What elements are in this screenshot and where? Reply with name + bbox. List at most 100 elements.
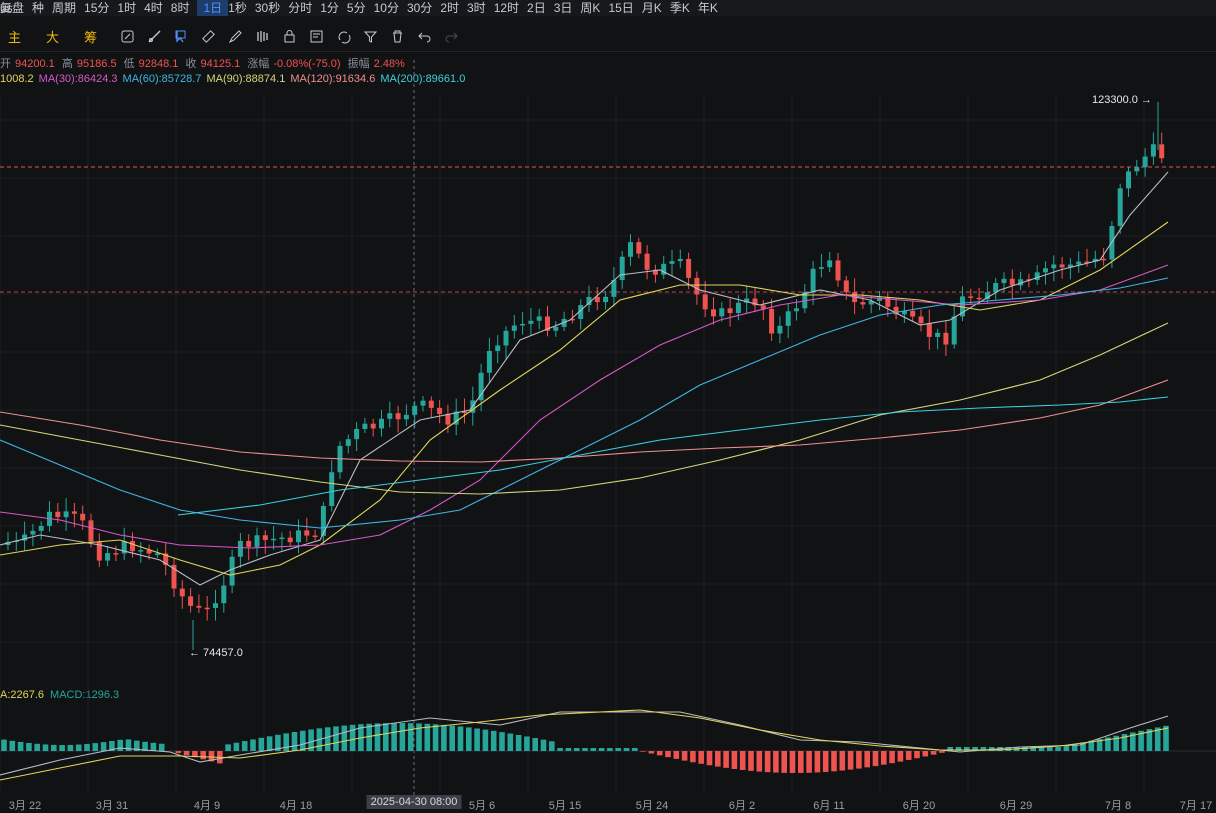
candle-body — [486, 350, 492, 373]
macd-histogram-bar — [507, 733, 514, 751]
macd-histogram-bar — [34, 743, 40, 751]
candle-body — [769, 308, 775, 334]
candle-body — [420, 400, 426, 406]
candle-body — [229, 556, 235, 586]
macd-histogram-bar — [67, 744, 74, 751]
candle-body — [951, 316, 957, 345]
macd-histogram-bar — [806, 751, 812, 773]
candle-body — [1009, 278, 1015, 286]
candle-body — [628, 242, 633, 257]
macd-histogram-bar — [457, 726, 464, 751]
macd-dif-line — [0, 711, 1169, 776]
candlestick-chart[interactable] — [0, 0, 1216, 795]
macd-histogram-bar — [831, 751, 837, 772]
macd-histogram-bar — [524, 736, 530, 751]
macd-histogram-bar — [897, 751, 904, 762]
candle-body — [204, 607, 210, 610]
macd-histogram-bar — [632, 748, 638, 751]
candle-body — [354, 428, 360, 440]
macd-histogram-bar — [648, 751, 655, 754]
macd-histogram-bar — [200, 751, 206, 760]
candle-body — [428, 400, 434, 408]
candle-body — [860, 302, 866, 305]
macd-histogram-bar — [183, 751, 190, 756]
macd-histogram-bar — [233, 742, 240, 751]
macd-histogram-bar — [333, 726, 339, 751]
macd-histogram-bar — [291, 732, 298, 751]
macd-histogram-bar — [499, 732, 505, 751]
candle-body — [1150, 144, 1156, 157]
time-axis: 3月 22 3月 31 4月 9 4月 18 5月 6 5月 15 5月 24 6月 2 6月 … — [0, 795, 1216, 812]
candle-body — [188, 596, 194, 606]
macd-histogram-bar — [748, 751, 754, 771]
candle-body — [1076, 261, 1082, 265]
macd-histogram-bar — [540, 739, 547, 751]
macd-histogram-bar — [466, 727, 472, 751]
candle-body — [719, 308, 725, 317]
candle-body — [312, 535, 318, 538]
candle-body — [138, 550, 144, 552]
macd-histogram-bar — [640, 751, 646, 752]
ma-line-ma200 — [177, 396, 1169, 516]
candle-body — [412, 405, 418, 415]
candle-body — [495, 345, 501, 351]
macd-histogram-bar — [665, 751, 671, 758]
macd-histogram-bar — [905, 751, 912, 760]
candle-body — [702, 294, 708, 310]
macd-histogram-bar — [607, 748, 613, 751]
candle-body — [403, 414, 409, 420]
macd-histogram-bar — [798, 751, 804, 773]
candle-body — [943, 332, 949, 345]
macd-histogram-bar — [764, 751, 771, 773]
macd-histogram-bar — [266, 736, 273, 751]
candle-body — [528, 320, 534, 324]
macd-histogram-bar — [723, 751, 729, 768]
macd-histogram-bar — [26, 742, 32, 751]
macd-histogram-bar — [324, 727, 331, 751]
macd-histogram-bar — [889, 751, 895, 764]
candle-body — [262, 535, 268, 540]
macd-dea-line — [0, 709, 1169, 781]
candle-body — [246, 540, 252, 547]
macd-histogram-bar — [258, 737, 265, 751]
macd-histogram-bar — [673, 751, 680, 759]
candle-body — [345, 439, 351, 446]
candle-body — [1051, 264, 1057, 269]
high-price-tag: 123300.0 → — [1092, 94, 1152, 106]
macd-histogram-bar — [300, 730, 306, 751]
candle-body — [304, 530, 310, 536]
macd-histogram-bar — [814, 751, 821, 773]
candle-body — [387, 413, 393, 419]
candle-body — [1134, 167, 1140, 172]
candle-body — [694, 277, 700, 295]
candle-body — [644, 253, 650, 270]
candle-body — [926, 323, 932, 337]
candle-body — [221, 585, 227, 604]
macd-histogram-bar — [75, 744, 82, 751]
candle-body — [503, 330, 509, 346]
macd-histogram-bar — [781, 751, 787, 773]
candle-body — [1034, 272, 1040, 281]
macd-histogram-bar — [839, 751, 846, 771]
macd-histogram-bar — [656, 751, 663, 756]
macd-histogram-bar — [1055, 747, 1061, 751]
macd-histogram-bar — [175, 751, 182, 754]
candle-body — [835, 260, 841, 281]
candle-body — [794, 308, 799, 312]
macd-histogram-bar — [864, 751, 870, 768]
macd-histogram-bar — [598, 748, 605, 751]
macd-histogram-bar — [117, 739, 123, 751]
candle-body — [735, 302, 741, 314]
candle-body — [918, 316, 924, 324]
candle-body — [329, 472, 335, 507]
macd-histogram-bar — [17, 741, 24, 751]
macd-histogram-bar — [789, 751, 796, 773]
macd-histogram-bar — [399, 723, 406, 751]
macd-histogram-bar — [822, 751, 829, 772]
candle-body — [179, 588, 185, 597]
candle-body — [113, 553, 119, 555]
macd-histogram-bar — [706, 751, 713, 766]
macd-histogram-bar — [681, 751, 688, 761]
candle-body — [437, 407, 443, 414]
low-price-tag: ← 74457.0 — [189, 647, 243, 659]
